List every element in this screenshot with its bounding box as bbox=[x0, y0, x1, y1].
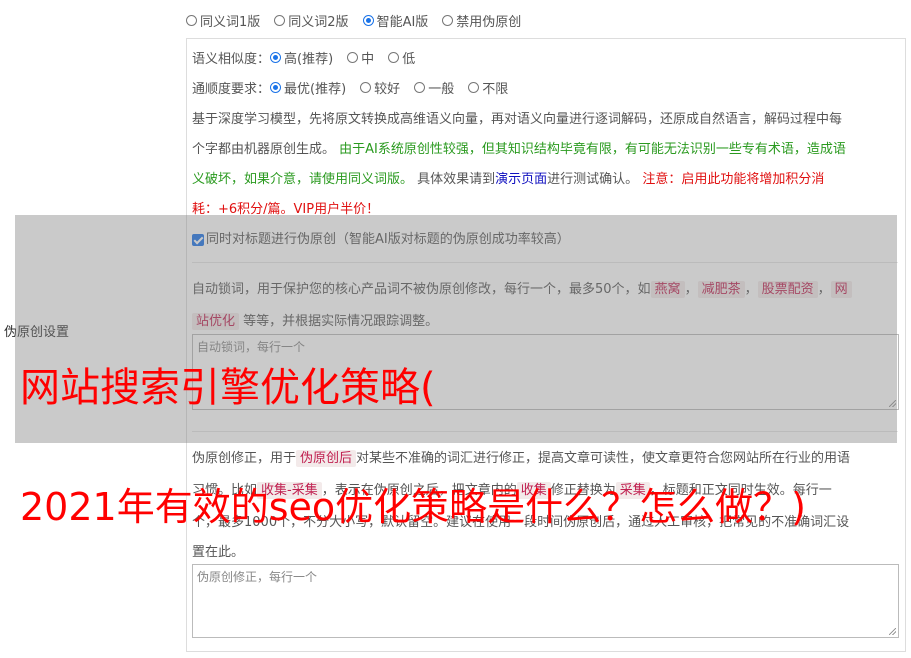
radio-selected-icon[interactable] bbox=[270, 52, 282, 63]
fluency-any[interactable]: 不限 bbox=[468, 78, 508, 97]
fluency-good[interactable]: 较好 bbox=[360, 78, 400, 97]
option-label: 低 bbox=[402, 52, 416, 67]
option-label: 高(推荐) bbox=[284, 52, 334, 67]
correction-line4: 置在此。 bbox=[192, 545, 245, 560]
correction-desc: 对某些不准确的词汇进行修正，提高文章可读性，使文章更符合您网站所在行业的用语 bbox=[356, 451, 851, 466]
desc-text: 个字都由机器原创生成。 bbox=[192, 142, 340, 157]
radio-circle-icon[interactable] bbox=[360, 82, 372, 93]
radio-selected-icon[interactable] bbox=[362, 15, 374, 26]
mode-radio-synonym1[interactable]: 同义词1版 bbox=[186, 11, 260, 30]
option-label: 不限 bbox=[482, 82, 509, 97]
fluency-best[interactable]: 最优(推荐) bbox=[270, 78, 346, 97]
overlay-title-line1: 网站搜索引擎优化策略( bbox=[20, 365, 436, 411]
similarity-mid[interactable]: 中 bbox=[347, 48, 374, 67]
option-label: 较好 bbox=[374, 82, 401, 97]
radio-circle-icon[interactable] bbox=[274, 15, 286, 26]
resize-grip-icon[interactable] bbox=[889, 628, 896, 635]
option-label: 最优(推荐) bbox=[284, 82, 347, 97]
similarity-high[interactable]: 高(推荐) bbox=[270, 48, 333, 67]
correction-textarea[interactable]: 伪原创修正，每行一个 bbox=[192, 564, 899, 638]
mode-radio-ai[interactable]: 智能AI版 bbox=[362, 11, 429, 30]
radio-selected-icon[interactable] bbox=[270, 82, 282, 93]
radio-circle-icon[interactable] bbox=[388, 52, 400, 63]
fluency-normal[interactable]: 一般 bbox=[414, 78, 454, 97]
radio-circle-icon[interactable] bbox=[186, 15, 197, 26]
ai-warning-text: 由于AI系统原创性较强，但其知识结构毕竟有限，有可能无法识别一些专有术语，造成语 bbox=[339, 142, 846, 157]
correction-desc: 伪原创修正，用于 bbox=[192, 451, 297, 466]
placeholder-text: 伪原创修正，每行一个 bbox=[197, 570, 318, 584]
mode-label: 同义词1版 bbox=[200, 15, 261, 30]
desc-text: 具体效果请到 bbox=[413, 172, 496, 187]
radio-circle-icon[interactable] bbox=[442, 15, 454, 26]
ai-warning-text: 义破坏，如果介意，请使用同义词版。 bbox=[192, 172, 414, 187]
mode-radio-disable[interactable]: 禁用伪原创 bbox=[442, 11, 521, 30]
option-label: 中 bbox=[361, 52, 375, 67]
similarity-row: 语义相似度： 高(推荐) 中 低 bbox=[192, 48, 429, 67]
similarity-low[interactable]: 低 bbox=[388, 48, 415, 67]
demo-page-link[interactable]: 演示页面 bbox=[495, 172, 547, 187]
mode-label: 禁用伪原创 bbox=[456, 15, 522, 30]
mode-label: 同义词2版 bbox=[288, 15, 349, 30]
similarity-label: 语义相似度： bbox=[192, 52, 271, 67]
ai-description-line1: 基于深度学习模型，先将原文转换成高维语义向量，再对语义向量进行逐词解码，还原成自… bbox=[192, 112, 843, 127]
mode-radio-group: 同义词1版 同义词2版 智能AI版 禁用伪原创 bbox=[186, 11, 535, 30]
desc-text: 进行测试确认。 bbox=[547, 172, 643, 187]
fluency-label: 通顺度要求： bbox=[192, 82, 271, 97]
ai-description-line2: 个字都由机器原创生成。 由于AI系统原创性较强，但其知识结构毕竟有限，有可能无法… bbox=[192, 138, 846, 157]
ai-description-line3: 义破坏，如果介意，请使用同义词版。 具体效果请到演示页面进行测试确认。 注意：启… bbox=[192, 168, 824, 187]
cost-notice: 注意：启用此功能将增加积分消 bbox=[642, 172, 825, 187]
option-label: 一般 bbox=[428, 82, 455, 97]
radio-circle-icon[interactable] bbox=[347, 52, 359, 63]
radio-circle-icon[interactable] bbox=[468, 82, 480, 93]
mode-radio-synonym2[interactable]: 同义词2版 bbox=[274, 11, 349, 30]
radio-circle-icon[interactable] bbox=[414, 82, 426, 93]
overlay-title-line2: 2021年有效的seo优化策略是什么？怎么做？) bbox=[20, 485, 806, 529]
correction-line1: 伪原创修正，用于 伪原创后 对某些不准确的词汇进行修正，提高文章可读性，使文章更符合… bbox=[192, 447, 851, 467]
mode-label: 智能AI版 bbox=[376, 15, 429, 30]
fluency-row: 通顺度要求： 最优(推荐) 较好 一般 不限 bbox=[192, 78, 522, 97]
example-tag: 伪原创后 bbox=[296, 450, 357, 467]
